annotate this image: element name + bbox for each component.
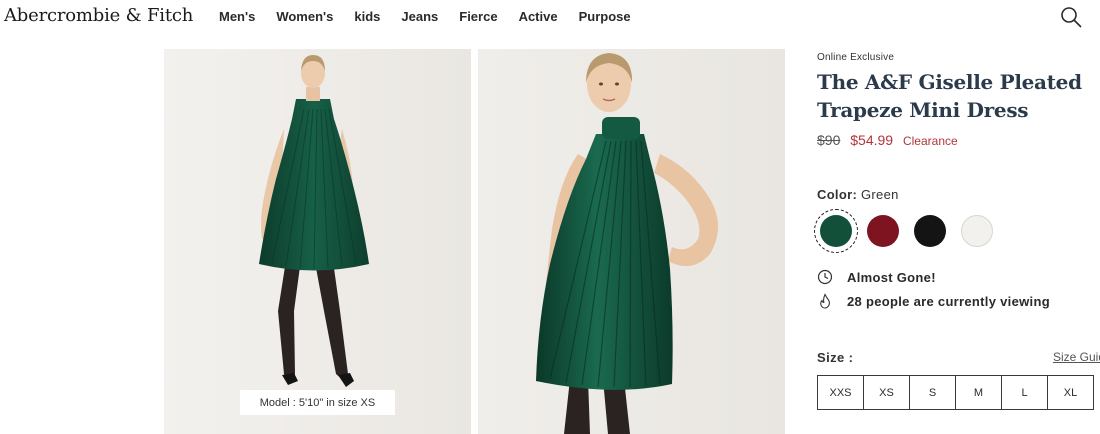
- color-label: Color: Green: [817, 187, 899, 202]
- nav-item-active[interactable]: Active: [519, 9, 558, 24]
- size-s-button[interactable]: S: [909, 375, 956, 410]
- status-text: 28 people are currently viewing: [847, 293, 1050, 309]
- flame-icon: [820, 293, 830, 309]
- swatch-green[interactable]: [814, 209, 858, 253]
- color-swatches: [814, 209, 1005, 253]
- size-xxs-button[interactable]: XXS: [817, 375, 864, 410]
- online-exclusive-badge: Online Exclusive: [817, 52, 895, 63]
- brand-logo[interactable]: Abercrombie & Fitch: [4, 5, 193, 26]
- clock-icon: [817, 269, 833, 285]
- product-image-full[interactable]: [164, 49, 471, 434]
- size-guide-link[interactable]: Size Guide: [1053, 350, 1100, 364]
- size-m-button[interactable]: M: [955, 375, 1002, 410]
- sale-price: $54.99: [850, 132, 894, 148]
- size-l-button[interactable]: L: [1001, 375, 1048, 410]
- status-text: Almost Gone!: [847, 269, 936, 285]
- original-price: $90: [817, 132, 841, 148]
- size-selector: XXS XS S M L XL: [817, 375, 1094, 410]
- swatch-white[interactable]: [958, 212, 996, 250]
- nav-item-purpose[interactable]: Purpose: [579, 9, 631, 24]
- nav-item-kids[interactable]: kids: [354, 9, 380, 24]
- size-label: Size :: [817, 350, 854, 365]
- nav-item-jeans[interactable]: Jeans: [401, 9, 438, 24]
- price-row: $90 $54.99 Clearance: [817, 132, 958, 148]
- main-nav: Men's Women's kids Jeans Fierce Active P…: [219, 9, 652, 24]
- product-title: The A&F Giselle Pleated Trapeze Mini Dre…: [817, 70, 1082, 122]
- clearance-tag: Clearance: [902, 134, 958, 148]
- swatch-burgundy[interactable]: [864, 212, 902, 250]
- product-image-closeup[interactable]: [478, 49, 785, 434]
- size-xs-button[interactable]: XS: [863, 375, 910, 410]
- swatch-black[interactable]: [911, 212, 949, 250]
- size-xl-button[interactable]: XL: [1047, 375, 1094, 410]
- product-info-panel: Online Exclusive The A&F Giselle Pleated…: [814, 0, 1100, 434]
- nav-item-womens[interactable]: Women's: [276, 9, 333, 24]
- color-label-value: Green: [861, 187, 899, 202]
- color-label-key: Color:: [817, 187, 858, 202]
- nav-item-mens[interactable]: Men's: [219, 9, 255, 24]
- model-size-caption: Model : 5'10" in size XS: [240, 390, 395, 415]
- status-viewers: 28 people are currently viewing: [817, 293, 1050, 309]
- nav-item-fierce[interactable]: Fierce: [459, 9, 497, 24]
- status-almost-gone: Almost Gone!: [817, 269, 936, 285]
